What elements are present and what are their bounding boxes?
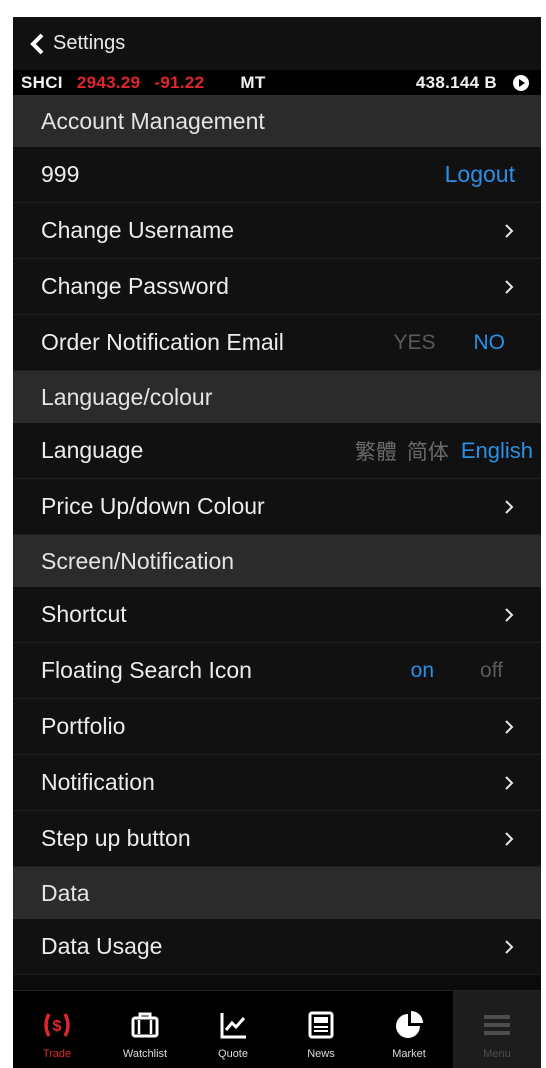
email-no-option[interactable]: NO [474,331,506,355]
tab-trade[interactable]: $ Trade [13,991,101,1068]
index-ticker[interactable]: SHCI 2943.29 -91.22 MT 438.144 B [13,70,541,95]
tab-news[interactable]: News [277,991,365,1068]
logout-button[interactable]: Logout [445,161,515,188]
chevron-right-icon [505,719,514,734]
floating-search-icon-row: Floating Search Icon on off [13,643,541,699]
svg-text:$: $ [53,1018,62,1035]
back-chevron-icon[interactable] [29,33,47,55]
order-notification-email-row: Order Notification Email YES NO [13,315,541,371]
section-screen-notification: Screen/Notification [13,535,541,587]
tab-market[interactable]: Market [365,991,453,1068]
section-language-colour: Language/colour [13,371,541,423]
language-english-option[interactable]: English [461,438,533,464]
pie-chart-icon [396,1011,423,1038]
language-label: Language [41,437,144,463]
chevron-right-icon [505,939,514,954]
shortcut-label: Shortcut [41,601,127,627]
chevron-right-icon [505,223,514,238]
tab-trade-label: Trade [42,1048,72,1060]
chevron-right-icon [505,499,514,514]
floating-search-icon-label: Floating Search Icon [41,657,252,683]
floating-search-on-option[interactable]: on [411,659,434,683]
order-notification-email-label: Order Notification Email [41,329,284,355]
trade-icon: $ [44,1013,70,1037]
email-yes-option[interactable]: YES [393,331,435,355]
user-id-row: 999 Logout [13,147,541,203]
notification-label: Notification [41,769,155,795]
tab-quote[interactable]: Quote [189,991,277,1068]
language-traditional-option[interactable]: 繁體 [355,436,397,466]
step-up-button-row[interactable]: Step up button [13,811,541,867]
chevron-right-icon [505,279,514,294]
tab-watchlist[interactable]: Watchlist [101,991,189,1068]
data-usage-label: Data Usage [41,933,163,959]
change-username-label: Change Username [41,217,235,243]
hamburger-menu-icon [484,1015,510,1035]
tab-menu-label: Menu [483,1048,511,1060]
language-row: Language 繁體 简体 English [13,423,541,479]
tab-menu[interactable]: Menu [453,991,541,1068]
nav-bar: Settings [13,17,541,70]
chevron-right-icon [505,831,514,846]
change-username-row[interactable]: Change Username [13,203,541,259]
ticker-symbol: SHCI [21,72,63,92]
data-usage-row[interactable]: Data Usage [13,919,541,975]
user-id: 999 [41,161,80,187]
change-password-label: Change Password [41,273,229,299]
section-data: Data [13,867,541,919]
newspaper-icon [308,1011,334,1039]
chevron-right-icon [505,607,514,622]
change-password-row[interactable]: Change Password [13,259,541,315]
settings-screen: Settings SHCI 2943.29 -91.22 MT 438.144 … [13,17,541,1068]
tab-news-label: News [307,1048,335,1060]
step-up-button-label: Step up button [41,825,191,851]
price-colour-label: Price Up/down Colour [41,493,265,519]
back-button[interactable]: Settings [53,32,125,55]
section-account-management: Account Management [13,95,541,147]
play-icon[interactable] [513,74,529,91]
portfolio-row[interactable]: Portfolio [13,699,541,755]
shortcut-row[interactable]: Shortcut [13,587,541,643]
bottom-tab-bar: $ Trade Watchlist Quote News Market Menu [13,990,541,1068]
ticker-market: MT [240,72,266,92]
tab-watchlist-label: Watchlist [122,1048,168,1060]
briefcase-icon [131,1012,159,1038]
price-colour-row[interactable]: Price Up/down Colour [13,479,541,535]
line-chart-icon [220,1013,246,1039]
portfolio-label: Portfolio [41,713,126,739]
floating-search-off-option[interactable]: off [480,659,503,683]
ticker-price: 2943.29 [76,72,141,92]
ticker-volume: 438.144 B [415,72,497,92]
ticker-change: -91.22 [154,72,205,92]
notification-row[interactable]: Notification [13,755,541,811]
language-simplified-option[interactable]: 简体 [407,436,449,466]
chevron-right-icon [505,775,514,790]
tab-market-label: Market [392,1048,426,1060]
tab-quote-label: Quote [218,1048,248,1060]
